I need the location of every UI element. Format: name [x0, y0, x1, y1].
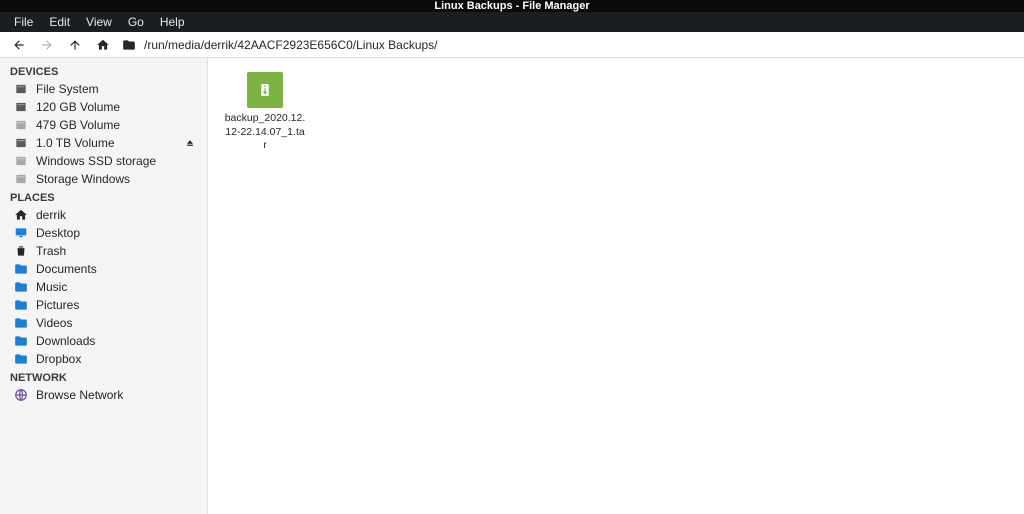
section-network-header: NETWORK	[0, 368, 207, 386]
eject-icon[interactable]	[183, 136, 197, 150]
arrow-left-icon	[12, 38, 26, 52]
sidebar-item-label: Windows SSD storage	[36, 154, 197, 168]
folder-icon	[14, 334, 28, 348]
sidebar-item-network-0[interactable]: Browse Network	[0, 386, 207, 404]
window-title: Linux Backups - File Manager	[434, 0, 589, 12]
sidebar-item-places-6[interactable]: Videos	[0, 314, 207, 332]
disk-icon	[14, 82, 28, 96]
sidebar-item-places-7[interactable]: Downloads	[0, 332, 207, 350]
forward-button[interactable]	[38, 36, 56, 54]
sidebar-item-label: Music	[36, 280, 197, 294]
toolbar: /run/media/derrik/42AACF2923E656C0/Linux…	[0, 32, 1024, 58]
sidebar-item-devices-4[interactable]: Windows SSD storage	[0, 152, 207, 170]
file-name-label: backup_2020.12.12-22.14.07_1.tar	[224, 112, 306, 153]
sidebar-item-label: 1.0 TB Volume	[36, 136, 175, 150]
sidebar-item-places-2[interactable]: Trash	[0, 242, 207, 260]
folder-icon	[14, 280, 28, 294]
sidebar-item-devices-2[interactable]: 479 GB Volume	[0, 116, 207, 134]
file-view[interactable]: backup_2020.12.12-22.14.07_1.tar	[208, 58, 1024, 514]
home-icon	[96, 38, 110, 52]
sidebar-item-places-1[interactable]: Desktop	[0, 224, 207, 242]
folder-icon	[14, 316, 28, 330]
content-area: DEVICES File System 120 GB Volume 479 GB…	[0, 58, 1024, 514]
path-bar[interactable]: /run/media/derrik/42AACF2923E656C0/Linux…	[122, 38, 1014, 52]
home-button[interactable]	[94, 36, 112, 54]
disk-light-icon	[14, 172, 28, 186]
folder-icon	[14, 352, 28, 366]
menu-bar: File Edit View Go Help	[0, 12, 1024, 32]
sidebar-item-devices-5[interactable]: Storage Windows	[0, 170, 207, 188]
sidebar-item-places-4[interactable]: Music	[0, 278, 207, 296]
sidebar-item-label: Pictures	[36, 298, 197, 312]
sidebar-item-label: 479 GB Volume	[36, 118, 197, 132]
sidebar-item-label: Desktop	[36, 226, 197, 240]
section-devices-header: DEVICES	[0, 62, 207, 80]
sidebar-item-label: Browse Network	[36, 388, 197, 402]
disk-icon	[14, 136, 28, 150]
menu-file[interactable]: File	[6, 15, 41, 29]
desktop-icon	[14, 226, 28, 240]
trash-icon	[14, 244, 28, 258]
menu-help[interactable]: Help	[152, 15, 193, 29]
sidebar-item-devices-0[interactable]: File System	[0, 80, 207, 98]
sidebar-item-label: Videos	[36, 316, 197, 330]
home-icon	[14, 208, 28, 222]
section-places-header: PLACES	[0, 188, 207, 206]
menu-go[interactable]: Go	[120, 15, 152, 29]
sidebar-item-label: Documents	[36, 262, 197, 276]
folder-icon	[122, 38, 136, 52]
sidebar-item-label: derrik	[36, 208, 197, 222]
sidebar-item-label: 120 GB Volume	[36, 100, 197, 114]
sidebar-item-places-0[interactable]: derrik	[0, 206, 207, 224]
folder-icon	[14, 262, 28, 276]
arrow-up-icon	[68, 38, 82, 52]
sidebar-item-places-5[interactable]: Pictures	[0, 296, 207, 314]
sidebar-item-devices-3[interactable]: 1.0 TB Volume	[0, 134, 207, 152]
sidebar-item-devices-1[interactable]: 120 GB Volume	[0, 98, 207, 116]
archive-icon	[247, 72, 283, 108]
sidebar-item-label: Dropbox	[36, 352, 197, 366]
globe-icon	[14, 388, 28, 402]
disk-icon	[14, 100, 28, 114]
sidebar: DEVICES File System 120 GB Volume 479 GB…	[0, 58, 208, 514]
sidebar-item-label: Trash	[36, 244, 197, 258]
menu-edit[interactable]: Edit	[41, 15, 78, 29]
disk-light-icon	[14, 154, 28, 168]
menu-view[interactable]: View	[78, 15, 120, 29]
path-text: /run/media/derrik/42AACF2923E656C0/Linux…	[144, 38, 438, 52]
window-title-bar: Linux Backups - File Manager	[0, 0, 1024, 12]
up-button[interactable]	[66, 36, 84, 54]
file-item-0[interactable]: backup_2020.12.12-22.14.07_1.tar	[220, 68, 310, 157]
disk-light-icon	[14, 118, 28, 132]
sidebar-item-places-8[interactable]: Dropbox	[0, 350, 207, 368]
back-button[interactable]	[10, 36, 28, 54]
sidebar-item-label: File System	[36, 82, 197, 96]
folder-icon	[14, 298, 28, 312]
arrow-right-icon	[40, 38, 54, 52]
sidebar-item-label: Storage Windows	[36, 172, 197, 186]
sidebar-item-label: Downloads	[36, 334, 197, 348]
sidebar-item-places-3[interactable]: Documents	[0, 260, 207, 278]
